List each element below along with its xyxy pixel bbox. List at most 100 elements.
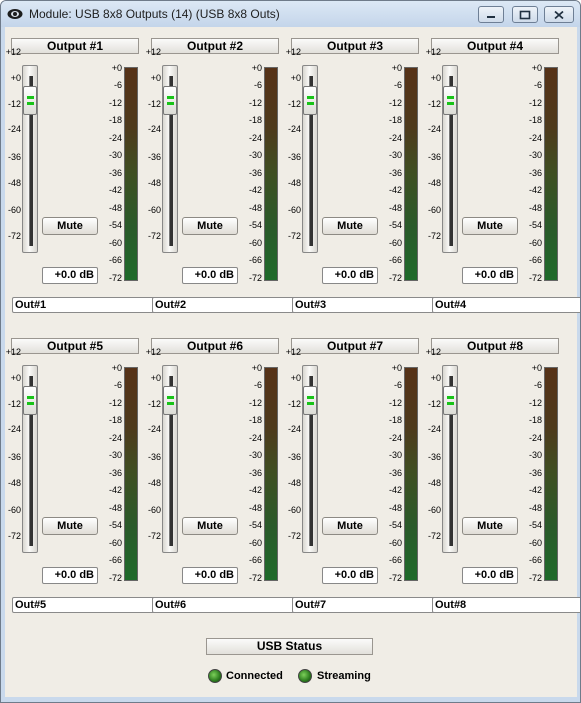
fader-scale-tick: -24 xyxy=(7,124,21,134)
fader-scale-tick: -36 xyxy=(427,152,441,162)
fader-knob[interactable] xyxy=(443,386,457,416)
fader-track[interactable] xyxy=(22,65,38,253)
meter-scale-tick: +0 xyxy=(251,363,262,373)
fader-knob[interactable] xyxy=(163,86,177,116)
meter-scale-tick: -12 xyxy=(388,98,402,108)
fader-scale-tick: +0 xyxy=(10,373,21,383)
meter-scale-tick: -36 xyxy=(528,168,542,178)
meter-scale-tick: -54 xyxy=(388,220,402,230)
meter-scale-tick: -30 xyxy=(388,150,402,160)
output-label: Output #3 xyxy=(291,38,419,54)
meter-scale-tick: -24 xyxy=(528,433,542,443)
meter-scale-tick: -72 xyxy=(248,573,262,583)
title-bar[interactable]: Module: USB 8x8 Outputs (14) (USB 8x8 Ou… xyxy=(1,1,580,27)
fader-scale-tick: -12 xyxy=(287,399,301,409)
meter-scale-tick: -48 xyxy=(388,503,402,513)
mute-button[interactable]: Mute xyxy=(42,517,98,535)
gain-readout[interactable]: +0.0 dB xyxy=(42,267,98,284)
mute-button[interactable]: Mute xyxy=(182,517,238,535)
fader-knob[interactable] xyxy=(303,86,317,116)
fader-track[interactable] xyxy=(442,65,458,253)
fader-track[interactable] xyxy=(162,65,178,253)
fader-knob-indicator xyxy=(447,102,454,106)
fader-knob[interactable] xyxy=(23,86,37,116)
meter-scale-tick: -66 xyxy=(528,555,542,565)
fader-scale-tick: -48 xyxy=(147,478,161,488)
gain-readout[interactable]: +0.0 dB xyxy=(322,267,378,284)
fader-scale-tick: -12 xyxy=(7,99,21,109)
meter-scale-tick: -66 xyxy=(248,255,262,265)
gain-readout[interactable]: +0.0 dB xyxy=(322,567,378,584)
module-window: Module: USB 8x8 Outputs (14) (USB 8x8 Ou… xyxy=(0,0,581,703)
fader-scale-tick: -36 xyxy=(287,452,301,462)
fader-knob-indicator xyxy=(307,402,314,406)
fader-knob-indicator xyxy=(167,402,174,406)
fader-scale-tick: -60 xyxy=(287,505,301,515)
fader-knob-indicator xyxy=(167,96,174,100)
meter-scale-tick: -18 xyxy=(528,415,542,425)
meter-scale-tick: -48 xyxy=(248,503,262,513)
fader-scale-tick: -48 xyxy=(147,178,161,188)
fader-track[interactable] xyxy=(442,365,458,553)
fader-scale-tick: -36 xyxy=(287,152,301,162)
meter-scale-tick: -18 xyxy=(108,115,122,125)
fader-knob-indicator xyxy=(307,96,314,100)
window-title: Module: USB 8x8 Outputs (14) (USB 8x8 Ou… xyxy=(29,7,280,21)
fader-track[interactable] xyxy=(162,365,178,553)
fader-scale-tick: -60 xyxy=(427,505,441,515)
meter-scale-tick: -6 xyxy=(113,80,122,90)
meter-scale-tick: -54 xyxy=(248,520,262,530)
close-icon xyxy=(554,10,564,19)
meter-scale-tick: -6 xyxy=(533,80,542,90)
meter-scale-tick: -60 xyxy=(108,538,122,548)
output-name-field[interactable]: Out#4 xyxy=(432,297,580,313)
meter-scale-tick: -24 xyxy=(388,433,402,443)
gain-readout[interactable]: +0.0 dB xyxy=(42,567,98,584)
mute-button[interactable]: Mute xyxy=(42,217,98,235)
gain-readout[interactable]: +0.0 dB xyxy=(182,567,238,584)
mute-button[interactable]: Mute xyxy=(462,517,518,535)
meter-scale-tick: -72 xyxy=(108,273,122,283)
fader-scale-tick: -48 xyxy=(7,178,21,188)
fader-knob-indicator xyxy=(307,102,314,106)
meter-scale-tick: -12 xyxy=(388,398,402,408)
gain-readout[interactable]: +0.0 dB xyxy=(182,267,238,284)
meter-scale-tick: -18 xyxy=(388,115,402,125)
level-meter xyxy=(404,367,418,581)
fader-scale-tick: -48 xyxy=(287,478,301,488)
fader-knob[interactable] xyxy=(163,386,177,416)
fader-scale-tick: -72 xyxy=(427,231,441,241)
fader-knob[interactable] xyxy=(23,386,37,416)
fader-knob[interactable] xyxy=(443,86,457,116)
meter-scale-tick: -54 xyxy=(388,520,402,530)
meter-scale-tick: -30 xyxy=(108,450,122,460)
meter-scale-tick: -6 xyxy=(533,380,542,390)
meter-scale-tick: -42 xyxy=(528,485,542,495)
meter-scale-tick: -42 xyxy=(248,185,262,195)
meter-scale-tick: +0 xyxy=(111,63,122,73)
fader-scale-tick: -24 xyxy=(427,424,441,434)
fader-scale-tick: +12 xyxy=(425,47,441,57)
mute-button[interactable]: Mute xyxy=(462,217,518,235)
mute-button[interactable]: Mute xyxy=(322,217,378,235)
fader-knob-indicator xyxy=(27,102,34,106)
gain-readout[interactable]: +0.0 dB xyxy=(462,567,518,584)
output-name-field[interactable]: Out#8 xyxy=(432,597,580,613)
fader-track[interactable] xyxy=(302,365,318,553)
fader-knob[interactable] xyxy=(303,386,317,416)
mute-button[interactable]: Mute xyxy=(322,517,378,535)
fader-knob-indicator xyxy=(27,96,34,100)
close-button[interactable] xyxy=(544,6,574,23)
minimize-button[interactable] xyxy=(478,6,504,23)
fader-track[interactable] xyxy=(302,65,318,253)
meter-scale-tick: -6 xyxy=(393,380,402,390)
fader-scale-tick: -60 xyxy=(147,505,161,515)
gain-readout[interactable]: +0.0 dB xyxy=(462,267,518,284)
fader-scale-tick: +12 xyxy=(5,347,21,357)
level-meter xyxy=(404,67,418,281)
mute-button[interactable]: Mute xyxy=(182,217,238,235)
meter-scale-tick: -72 xyxy=(108,573,122,583)
maximize-button[interactable] xyxy=(512,6,538,23)
connected-led-icon xyxy=(208,669,222,683)
fader-track[interactable] xyxy=(22,365,38,553)
